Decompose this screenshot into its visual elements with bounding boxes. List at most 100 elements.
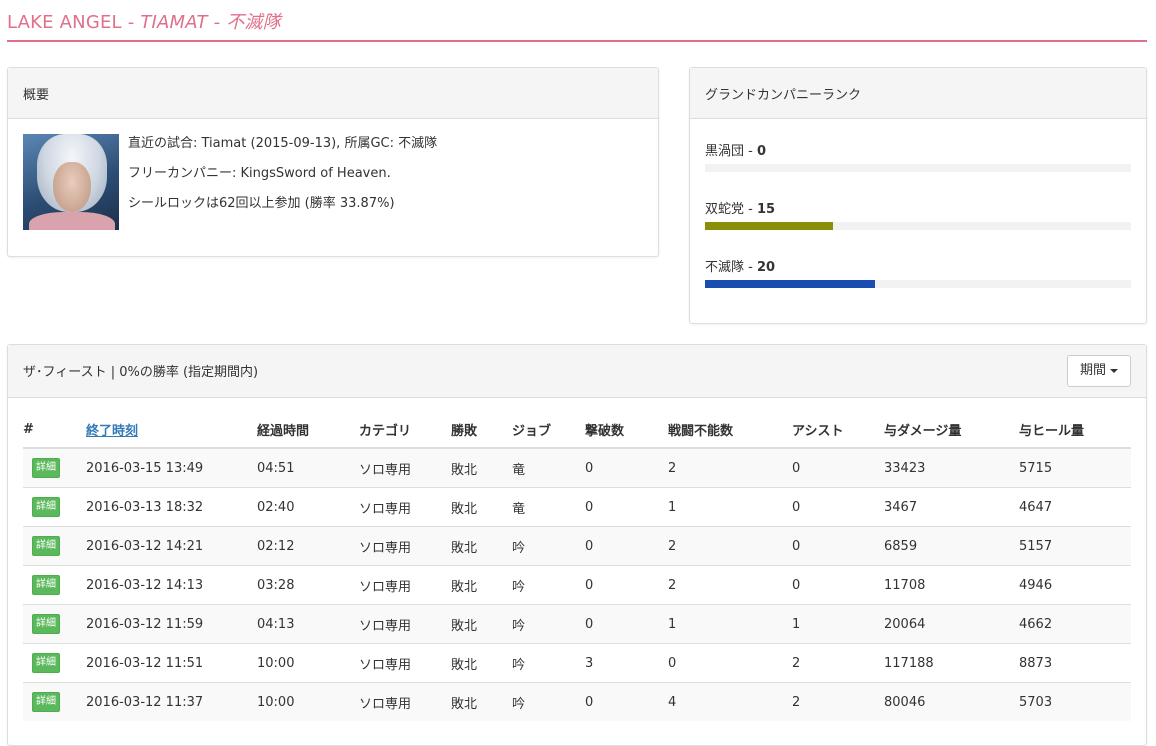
detail-cell: 詳細 <box>23 682 86 721</box>
table-cell: 20064 <box>884 604 1019 644</box>
feast-heading: ザ･フィースト | 0%の勝率 (指定期間内) 期間 <box>8 345 1146 398</box>
table-cell: 敗北 <box>451 604 512 644</box>
table-cell: 吟 <box>512 604 585 644</box>
column-header: 経過時間 <box>257 411 359 449</box>
table-cell: 0 <box>585 487 668 527</box>
table-cell: 02:40 <box>257 487 359 527</box>
table-cell: 0 <box>585 447 668 488</box>
table-cell: 0 <box>585 604 668 644</box>
free-company-text: フリーカンパニー: KingsSword of Heaven. <box>128 166 391 181</box>
gc-rank-bar <box>705 164 1131 172</box>
table-cell: 敗北 <box>451 682 512 721</box>
table-cell: 3 <box>585 643 668 683</box>
table-cell: 0 <box>792 487 884 527</box>
grand-company-rank-panel: グランドカンパニーランク 黒渦団 - 0 双蛇党 - 15 不滅隊 - 20 <box>689 67 1147 324</box>
table-cell: 4662 <box>1019 604 1131 644</box>
detail-button[interactable]: 詳細 <box>32 497 60 517</box>
table-cell: 竜 <box>512 447 585 488</box>
table-cell: 117188 <box>884 643 1019 683</box>
table-cell: 80046 <box>884 682 1019 721</box>
table-cell: 10:00 <box>257 682 359 721</box>
period-label: 期間 <box>1079 363 1106 378</box>
table-cell: 敗北 <box>451 526 512 566</box>
overview-heading: 概要 <box>8 68 658 119</box>
table-cell: 敗北 <box>451 643 512 683</box>
table-row: 詳細 2016-03-12 14:13 03:28 ソロ専用 敗北吟 0 2 0 11708 49… <box>23 565 1131 605</box>
gc-name: 双蛇党 <box>705 202 745 217</box>
table-row: 詳細 2016-03-12 11:37 10:00 ソロ専用 敗北吟 0 4 2 80046 57… <box>23 682 1131 721</box>
table-cell: 吟 <box>512 682 585 721</box>
table-cell: 0 <box>792 565 884 605</box>
table-cell: 敗北 <box>451 487 512 527</box>
detail-button[interactable]: 詳細 <box>32 614 60 634</box>
gc-rank-label: 双蛇党 - 15 <box>705 202 776 217</box>
column-header[interactable]: 終了時刻 <box>86 411 257 449</box>
gc-rank-value: 0 <box>756 144 767 159</box>
table-cell: 2016-03-12 11:51 <box>86 643 257 683</box>
caret-down-icon <box>1110 368 1118 373</box>
table-cell: 5715 <box>1019 447 1131 488</box>
table-cell: 0 <box>585 682 668 721</box>
gc-rank-title: グランドカンパニーランク <box>705 88 862 103</box>
table-cell: 吟 <box>512 643 585 683</box>
table-cell: 0 <box>585 526 668 566</box>
column-header-index: # <box>23 411 86 449</box>
gc-rank-value: 20 <box>756 260 776 275</box>
detail-cell: 詳細 <box>23 447 86 488</box>
column-header: 与ヒール量 <box>1019 411 1131 449</box>
table-cell: ソロ専用 <box>359 447 451 488</box>
gc-rank-bar-fill <box>705 222 833 230</box>
gc-rank-label: 黒渦団 - 0 <box>705 144 767 159</box>
table-cell: 2016-03-12 14:13 <box>86 565 257 605</box>
detail-button[interactable]: 詳細 <box>32 536 60 556</box>
detail-cell: 詳細 <box>23 526 86 566</box>
table-cell: 0 <box>585 565 668 605</box>
detail-button[interactable]: 詳細 <box>32 653 60 673</box>
gc-name: 黒渦団 <box>705 144 745 159</box>
column-header: 勝敗 <box>451 411 512 449</box>
gc-rank-value: 15 <box>756 202 776 217</box>
detail-cell: 詳細 <box>23 487 86 527</box>
table-cell: 1 <box>792 604 884 644</box>
latest-match-text: 直近の試合: Tiamat (2015-09-13), 所属GC: 不滅隊 <box>128 136 438 151</box>
table-cell: ソロ専用 <box>359 682 451 721</box>
table-cell: 2 <box>792 682 884 721</box>
table-cell: 4946 <box>1019 565 1131 605</box>
feast-panel: ザ･フィースト | 0%の勝率 (指定期間内) 期間 # 終了時刻 経過時間 カテゴリ… <box>7 344 1147 746</box>
column-header: 撃破数 <box>585 411 668 449</box>
table-cell: 5703 <box>1019 682 1131 721</box>
gc-rank-bar <box>705 222 1131 230</box>
column-header: アシスト <box>792 411 884 449</box>
detail-button[interactable]: 詳細 <box>32 692 60 712</box>
table-cell: 1 <box>668 604 792 644</box>
column-header: ジョブ <box>512 411 585 449</box>
table-cell: 11708 <box>884 565 1019 605</box>
table-cell: 8873 <box>1019 643 1131 683</box>
table-cell: 10:00 <box>257 643 359 683</box>
detail-cell: 詳細 <box>23 643 86 683</box>
table-row: 詳細 2016-03-13 18:32 02:40 ソロ専用 敗北竜 0 1 0 3467 464… <box>23 487 1131 527</box>
table-cell: 0 <box>792 526 884 566</box>
table-cell: 敗北 <box>451 447 512 488</box>
table-cell: ソロ専用 <box>359 487 451 527</box>
character-name: LAKE ANGEL - <box>7 12 141 33</box>
table-cell: ソロ専用 <box>359 565 451 605</box>
character-avatar <box>23 134 119 230</box>
gc-rank-bar-fill <box>705 280 876 288</box>
table-cell: ソロ専用 <box>359 526 451 566</box>
period-dropdown-button[interactable]: 期間 <box>1067 355 1131 387</box>
table-row: 詳細 2016-03-15 13:49 04:51 ソロ専用 敗北竜 0 2 0 33423 57… <box>23 447 1131 488</box>
detail-button[interactable]: 詳細 <box>32 458 60 478</box>
table-row: 詳細 2016-03-12 11:59 04:13 ソロ専用 敗北吟 0 1 1 20064 46… <box>23 604 1131 644</box>
column-header: 戦闘不能数 <box>668 411 792 449</box>
page-header: LAKE ANGEL - TIAMAT - 不滅隊 <box>7 0 1147 42</box>
table-cell: 吟 <box>512 526 585 566</box>
table-cell: 04:51 <box>257 447 359 488</box>
overview-panel: 概要 直近の試合: Tiamat (2015-09-13), 所属GC: 不滅隊… <box>7 67 659 257</box>
table-cell: 敗北 <box>451 565 512 605</box>
results-table: # 終了時刻 経過時間 カテゴリ 勝敗 ジョブ 撃破数 戦闘不能数 アシスト 与ダメージ量 与ヒール… <box>23 411 1131 721</box>
table-row: 詳細 2016-03-12 11:51 10:00 ソロ専用 敗北吟 3 0 2 117188 8… <box>23 643 1131 683</box>
detail-button[interactable]: 詳細 <box>32 575 60 595</box>
gc-rank-label: 不滅隊 - 20 <box>705 260 776 275</box>
table-cell: 2016-03-15 13:49 <box>86 447 257 488</box>
